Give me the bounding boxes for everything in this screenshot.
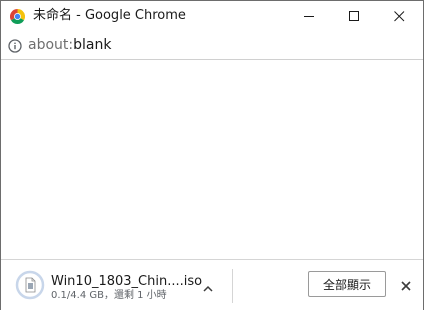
file-icon bbox=[15, 270, 45, 300]
address-bar[interactable]: about:blank bbox=[1, 32, 423, 60]
url-path: blank bbox=[73, 37, 112, 53]
url-scheme: about: bbox=[28, 37, 74, 53]
close-shelf-button[interactable] bbox=[397, 276, 415, 294]
show-all-button[interactable]: 全部顯示 bbox=[308, 271, 386, 297]
close-icon bbox=[401, 276, 411, 295]
minimize-button[interactable] bbox=[287, 1, 332, 32]
download-status: 0.1/4.4 GB，還剩 1 小時 bbox=[51, 290, 167, 301]
url-text[interactable]: about:blank bbox=[28, 36, 111, 55]
download-options-button[interactable] bbox=[197, 277, 219, 295]
browser-window: 未命名 - Google Chrome about:blank Win10_18… bbox=[0, 0, 424, 310]
download-file-name: Win10_1803_Chin....iso bbox=[51, 274, 203, 289]
window-title: 未命名 - Google Chrome bbox=[33, 8, 186, 23]
maximize-icon bbox=[349, 7, 360, 26]
minimize-icon bbox=[304, 7, 315, 26]
close-icon bbox=[394, 7, 405, 26]
info-icon[interactable] bbox=[8, 38, 22, 53]
page-content[interactable] bbox=[1, 60, 423, 259]
title-bar[interactable]: 未命名 - Google Chrome bbox=[1, 1, 423, 32]
shelf-divider bbox=[232, 269, 233, 303]
download-item[interactable]: Win10_1803_Chin....iso 0.1/4.4 GB，還剩 1 小… bbox=[1, 260, 231, 310]
download-shelf: Win10_1803_Chin....iso 0.1/4.4 GB，還剩 1 小… bbox=[1, 259, 423, 310]
chrome-logo-icon bbox=[9, 9, 26, 25]
maximize-button[interactable] bbox=[332, 1, 377, 32]
close-button[interactable] bbox=[377, 1, 422, 32]
chevron-up-icon bbox=[203, 277, 213, 296]
